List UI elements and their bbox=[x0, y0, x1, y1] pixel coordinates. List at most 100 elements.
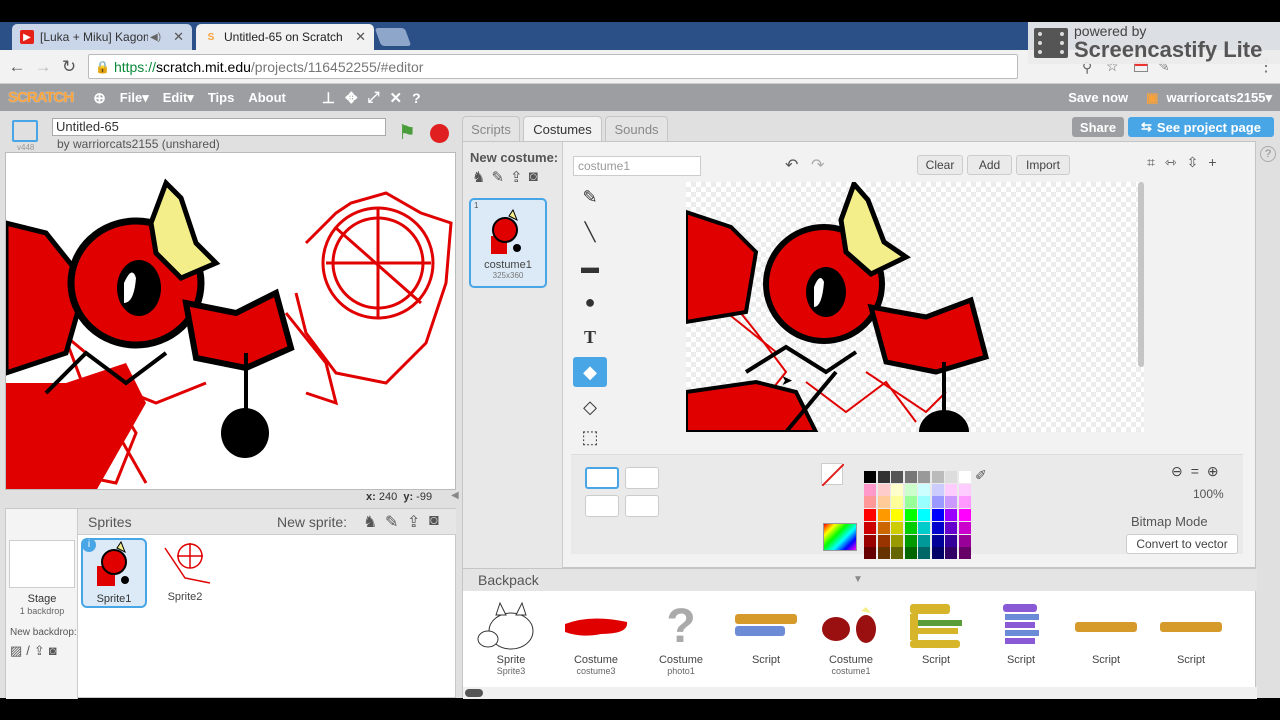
select-tool-icon[interactable]: ⬚ bbox=[573, 427, 607, 447]
color-swatch[interactable] bbox=[904, 534, 917, 547]
backpack-item-sprite[interactable]: Sprite Sprite3 bbox=[471, 599, 551, 676]
eraser-tool-icon[interactable]: ◇ bbox=[573, 392, 607, 422]
color-swatch[interactable] bbox=[891, 483, 903, 496]
backpack-item-script[interactable]: Script bbox=[1066, 599, 1146, 666]
grow-icon[interactable]: ⤢ bbox=[368, 89, 380, 106]
backpack-item-script[interactable]: Script bbox=[981, 599, 1061, 666]
color-swatch[interactable] bbox=[891, 521, 903, 534]
share-button[interactable]: Share bbox=[1072, 117, 1124, 137]
backpack-header[interactable]: Backpack ▼ bbox=[463, 569, 1257, 591]
stage[interactable] bbox=[5, 152, 456, 490]
color-swatch[interactable] bbox=[958, 496, 971, 509]
undo-icon[interactable]: ↶ bbox=[785, 155, 798, 175]
color-palette[interactable] bbox=[864, 471, 971, 560]
eyedropper-icon[interactable]: ✐ bbox=[975, 467, 987, 484]
color-swatch[interactable] bbox=[958, 547, 971, 560]
color-swatch[interactable] bbox=[904, 496, 917, 509]
fullscreen-icon[interactable] bbox=[12, 120, 38, 142]
stop-sign-icon[interactable] bbox=[430, 124, 449, 143]
color-swatch[interactable] bbox=[877, 471, 890, 483]
color-swatch[interactable] bbox=[904, 547, 917, 560]
backpack-item-script[interactable]: Script bbox=[896, 599, 976, 666]
color-swatch[interactable] bbox=[945, 534, 957, 547]
upload-sprite-icon[interactable]: ⇪ bbox=[407, 512, 420, 532]
color-swatch[interactable] bbox=[931, 534, 944, 547]
sprite-library-icon[interactable]: ♞ bbox=[363, 512, 377, 532]
backpack-item-script[interactable]: Script bbox=[1151, 599, 1231, 666]
color-swatch[interactable] bbox=[931, 483, 944, 496]
color-swatch[interactable] bbox=[918, 547, 930, 560]
color-swatch[interactable] bbox=[877, 534, 890, 547]
see-project-page-button[interactable]: ⇆ See project page bbox=[1128, 117, 1274, 137]
color-swatch[interactable] bbox=[931, 471, 944, 483]
url-field[interactable]: 🔒 https://scratch.mit.edu/projects/11645… bbox=[88, 54, 1018, 79]
paint-canvas[interactable] bbox=[686, 182, 1144, 432]
color-swatch[interactable] bbox=[931, 521, 944, 534]
help-icon[interactable]: ? bbox=[1260, 146, 1276, 162]
color-swatch[interactable] bbox=[958, 483, 971, 496]
backpack-item-script[interactable]: Script bbox=[726, 599, 806, 666]
color-swatch[interactable] bbox=[918, 471, 930, 483]
flip-vertical-icon[interactable]: ⇳ bbox=[1187, 154, 1199, 171]
stage-thumbnail[interactable] bbox=[9, 540, 75, 588]
browser-tab-youtube[interactable]: ▶ [Luka + Miku] Kagom ◀) ✕ bbox=[12, 24, 192, 50]
close-tab-icon[interactable]: ✕ bbox=[355, 29, 366, 45]
backdrop-library-icon[interactable]: ▨ bbox=[10, 643, 22, 659]
color-swatch[interactable] bbox=[904, 483, 917, 496]
help-icon[interactable]: ? bbox=[412, 90, 421, 106]
text-tool-icon[interactable]: T bbox=[573, 322, 607, 352]
camera-costume-icon[interactable]: ◙ bbox=[529, 168, 538, 186]
rectangle-tool-icon[interactable]: ▬ bbox=[573, 252, 607, 282]
convert-to-vector-button[interactable]: Convert to vector bbox=[1126, 534, 1238, 554]
backpack-item-costume[interactable]: ? Costume photo1 bbox=[641, 599, 721, 676]
fill-tool-icon[interactable]: ◆ bbox=[573, 357, 607, 387]
color-swatch[interactable] bbox=[891, 547, 903, 560]
color-swatch[interactable] bbox=[945, 521, 957, 534]
menu-edit[interactable]: Edit ▾ bbox=[163, 90, 194, 106]
fill-style-radial[interactable] bbox=[625, 495, 659, 517]
crop-icon[interactable]: ⌗ bbox=[1147, 154, 1155, 171]
fill-style-horizontal[interactable] bbox=[625, 467, 659, 489]
brush-tool-icon[interactable]: ✎ bbox=[573, 182, 607, 212]
fill-style-solid[interactable] bbox=[585, 467, 619, 489]
paint-backdrop-icon[interactable]: / bbox=[26, 643, 30, 659]
canvas-scrollbar[interactable] bbox=[1138, 182, 1144, 367]
color-swatch[interactable] bbox=[918, 509, 930, 522]
set-center-icon[interactable]: + bbox=[1208, 154, 1216, 171]
reload-icon[interactable]: ↻ bbox=[58, 56, 80, 78]
fill-style-vertical[interactable] bbox=[585, 495, 619, 517]
menu-file[interactable]: File ▾ bbox=[120, 90, 149, 106]
ellipse-tool-icon[interactable]: ● bbox=[573, 287, 607, 317]
color-swatch[interactable] bbox=[918, 521, 930, 534]
color-swatch[interactable] bbox=[877, 496, 890, 509]
green-flag-icon[interactable]: ⚑ bbox=[398, 120, 416, 145]
color-swatch[interactable] bbox=[864, 496, 876, 509]
color-swatch[interactable] bbox=[864, 534, 876, 547]
color-swatch[interactable] bbox=[904, 471, 917, 483]
color-swatch[interactable] bbox=[864, 547, 876, 560]
clear-button[interactable]: Clear bbox=[917, 155, 963, 175]
costume-name-input[interactable]: costume1 bbox=[573, 156, 701, 176]
color-picker-gradient[interactable] bbox=[823, 523, 857, 551]
color-swatch[interactable] bbox=[945, 483, 957, 496]
color-swatch[interactable] bbox=[945, 509, 957, 522]
new-tab-button[interactable] bbox=[374, 28, 412, 46]
color-swatch[interactable] bbox=[918, 483, 930, 496]
duplicate-stamp-icon[interactable]: ⊥ bbox=[322, 89, 335, 107]
costume-item-costume1[interactable]: 1 costume1 325x360 bbox=[469, 198, 547, 288]
project-title-input[interactable]: Untitled-65 bbox=[52, 118, 386, 136]
color-swatch[interactable] bbox=[877, 547, 890, 560]
tab-costumes[interactable]: Costumes bbox=[523, 116, 602, 142]
color-swatch[interactable] bbox=[864, 521, 876, 534]
color-swatch[interactable] bbox=[891, 509, 903, 522]
color-swatch[interactable] bbox=[891, 496, 903, 509]
scratch-logo[interactable]: SCRATCH bbox=[8, 89, 74, 106]
zoom-in-icon[interactable]: ⊕ bbox=[1207, 463, 1219, 480]
backpack-scrollbar-thumb[interactable] bbox=[465, 689, 483, 697]
back-arrow-icon[interactable]: ← bbox=[6, 56, 28, 78]
color-swatch[interactable] bbox=[958, 471, 971, 483]
tab-scripts[interactable]: Scripts bbox=[462, 116, 520, 142]
color-swatch[interactable] bbox=[931, 496, 944, 509]
tab-sounds[interactable]: Sounds bbox=[605, 116, 668, 142]
forward-arrow-icon[interactable]: → bbox=[32, 56, 54, 78]
